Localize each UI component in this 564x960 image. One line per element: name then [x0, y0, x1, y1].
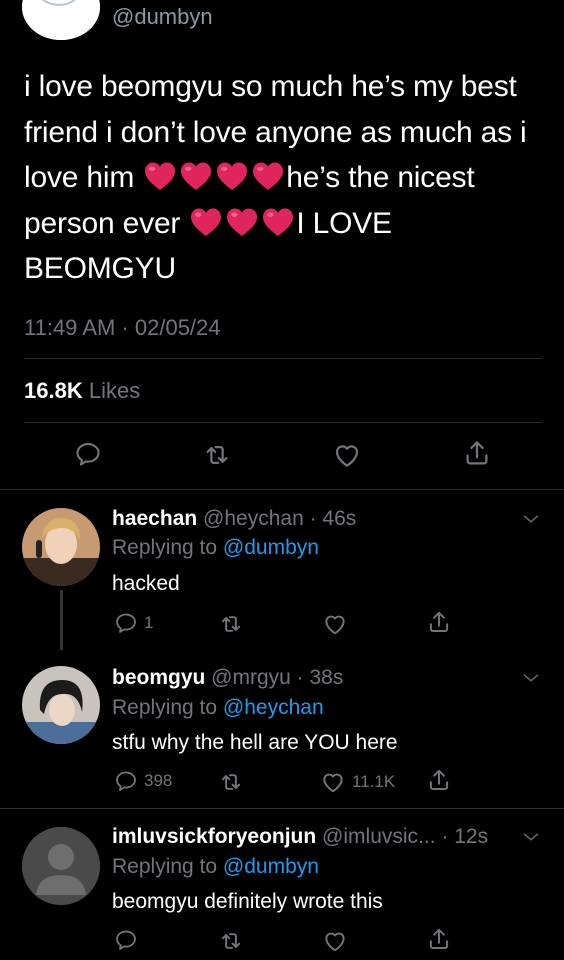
- reply-count: 1: [144, 613, 154, 632]
- like-icon: [332, 440, 362, 470]
- divider: [24, 358, 542, 359]
- tweet-text: i love beomgyu so much he’s my best frie…: [24, 64, 544, 292]
- replying-label: Replying to: [112, 855, 223, 878]
- retweet-button[interactable]: [218, 769, 244, 795]
- retweet-icon: [202, 440, 232, 470]
- retweet-button[interactable]: [202, 440, 232, 470]
- reply-author-handle[interactable]: @imluvsic... · 12s: [316, 825, 488, 848]
- tweet-timestamp[interactable]: 11:49 AM · 02/05/24: [24, 315, 221, 341]
- share-button[interactable]: [426, 767, 452, 793]
- tweet-text-line: BEOMGYU: [24, 252, 176, 285]
- replying-to: Replying to @dumbyn: [112, 536, 319, 560]
- tweet-text-segment: love him: [24, 161, 143, 194]
- replying-to: Replying to @dumbyn: [112, 855, 319, 879]
- reply-author-handle[interactable]: @mrgyu · 38s: [205, 666, 343, 689]
- reply-button[interactable]: [114, 928, 138, 952]
- share-icon: [426, 609, 452, 635]
- reply-text: stfu why the hell are YOU here: [112, 731, 398, 754]
- divider: [24, 422, 542, 423]
- share-button[interactable]: [426, 609, 452, 635]
- reply-icon: [114, 928, 138, 952]
- heart-emoji: [179, 161, 213, 192]
- likes-label: Likes: [82, 378, 141, 403]
- reply-item[interactable]: haechan @heychan · 46s Replying to @dumb…: [0, 490, 564, 650]
- likes-count[interactable]: 16.8K Likes: [24, 378, 140, 404]
- reply-author-handle[interactable]: @heychan · 46s: [197, 507, 356, 530]
- tweet-text-line: love him he’s the nicest: [24, 155, 544, 201]
- reply-item[interactable]: imluvsickforyeonjun @imluvsic... · 12s R…: [0, 809, 564, 960]
- like-button[interactable]: [332, 440, 362, 470]
- share-icon: [462, 438, 492, 468]
- chevron-down-icon: [520, 667, 542, 689]
- heart-emoji: [215, 161, 249, 192]
- reply-button[interactable]: 1: [114, 611, 153, 635]
- replying-label: Replying to: [112, 696, 223, 719]
- like-icon: [322, 928, 348, 954]
- avatar[interactable]: [22, 827, 100, 905]
- replying-label: Replying to: [112, 536, 223, 559]
- more-options-button[interactable]: [520, 667, 542, 694]
- replying-to-link[interactable]: @heychan: [223, 696, 324, 719]
- heart-emoji: [251, 161, 285, 192]
- reply-icon: [114, 769, 138, 793]
- tweet-text-segment: I LOVE: [296, 206, 392, 240]
- thread-line: [60, 590, 63, 650]
- reply-text: hacked: [112, 572, 180, 595]
- tweet-text-segment: he’s the nicest: [286, 161, 475, 194]
- retweet-button[interactable]: [218, 928, 244, 954]
- heart-emoji: [189, 207, 223, 238]
- more-options-button[interactable]: [520, 826, 542, 853]
- reply-header: haechan @heychan · 46s: [112, 507, 356, 531]
- share-icon: [426, 926, 452, 952]
- retweet-button[interactable]: [218, 611, 244, 637]
- share-button[interactable]: [462, 438, 492, 468]
- retweet-icon: [218, 611, 244, 637]
- tweet-text-line: friend i don’t love anyone as much as i: [24, 115, 527, 149]
- like-icon: [322, 611, 348, 637]
- heart-emoji: [261, 207, 295, 238]
- chevron-down-icon: [520, 508, 542, 530]
- reply-count: 398: [144, 771, 173, 790]
- tweet-text-line: person ever I LOVE: [24, 201, 544, 247]
- author-handle[interactable]: @dumbyn: [112, 4, 213, 30]
- reply-author-name[interactable]: imluvsickforyeonjun: [112, 825, 316, 848]
- share-button[interactable]: [426, 926, 452, 952]
- tweet-action-bar: [0, 436, 564, 476]
- replying-to-link[interactable]: @dumbyn: [223, 855, 319, 878]
- more-options-button[interactable]: [520, 508, 542, 535]
- like-count: 11.1K: [352, 772, 396, 791]
- replying-to: Replying to @heychan: [112, 696, 324, 720]
- reply-button[interactable]: 398: [114, 769, 172, 793]
- reply-icon: [74, 440, 102, 468]
- tweet-text-segment: person ever: [24, 206, 189, 240]
- tweet-author-header: @dumbyn: [0, 0, 564, 44]
- replying-to-link[interactable]: @dumbyn: [223, 536, 319, 559]
- chevron-down-icon: [520, 826, 542, 848]
- heart-emoji: [143, 161, 177, 192]
- reply-button[interactable]: [74, 440, 102, 468]
- avatar[interactable]: [22, 508, 100, 586]
- reply-header: beomgyu @mrgyu · 38s: [112, 666, 343, 690]
- reply-icon: [114, 611, 138, 635]
- author-avatar[interactable]: [22, 0, 100, 40]
- like-icon: [320, 769, 346, 795]
- avatar[interactable]: [22, 666, 100, 744]
- retweet-icon: [218, 769, 244, 795]
- reply-item[interactable]: beomgyu @mrgyu · 38s Replying to @heycha…: [0, 650, 564, 808]
- tweet-text-line: i love beomgyu so much he’s my best: [24, 70, 517, 103]
- reply-header: imluvsickforyeonjun @imluvsic... · 12s: [112, 825, 488, 849]
- reply-author-name[interactable]: beomgyu: [112, 666, 205, 689]
- share-icon: [426, 767, 452, 793]
- retweet-icon: [218, 928, 244, 954]
- likes-number: 16.8K: [24, 378, 83, 403]
- heart-emoji: [225, 207, 259, 238]
- like-button[interactable]: 11.1K: [320, 769, 395, 795]
- reply-author-name[interactable]: haechan: [112, 507, 197, 530]
- reply-text: beomgyu definitely wrote this: [112, 890, 383, 913]
- like-button[interactable]: [322, 928, 348, 954]
- like-button[interactable]: [322, 611, 348, 637]
